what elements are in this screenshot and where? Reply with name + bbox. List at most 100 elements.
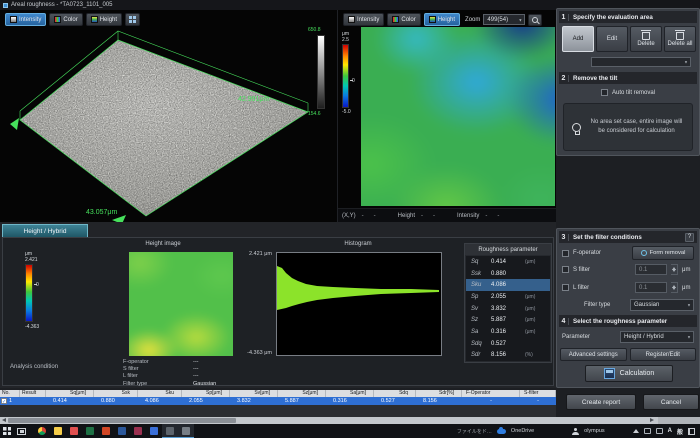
advanced-settings-button[interactable]: Advanced settings (560, 348, 627, 361)
roughness-parameter-row[interactable]: Ssk0.880 (466, 268, 550, 280)
filter-type-select[interactable]: Gaussian (630, 299, 694, 311)
results-row[interactable]: ✓10.4140.8804.0862.0553.8325.8870.3160.5… (0, 397, 556, 405)
color-button-2d[interactable]: Color (387, 13, 420, 26)
3d-surface[interactable]: 42.991μm 43.057μm (0, 26, 337, 222)
excel-taskbar-icon[interactable] (82, 424, 98, 438)
l-filter-input[interactable]: 0.1 (635, 282, 667, 293)
tab-height-hybrid[interactable]: Height / Hybrid (2, 224, 88, 237)
results-column-header[interactable]: Ssk (94, 390, 138, 397)
height-image[interactable] (129, 252, 233, 356)
histogram-plot (276, 252, 442, 356)
roughness-parameter-row[interactable]: Sp2.055(μm) (466, 291, 550, 303)
onedrive-label[interactable]: OneDrive (511, 428, 534, 434)
display-tray-icon[interactable] (644, 428, 651, 434)
row-checkbox[interactable]: ✓ (1, 398, 7, 404)
create-report-button[interactable]: Create report (566, 394, 636, 410)
scroll-left-arrow[interactable] (2, 418, 6, 422)
task-view-button[interactable] (14, 424, 28, 438)
delete-button[interactable]: Delete (630, 26, 662, 52)
results-column-header[interactable]: S-filter (520, 390, 556, 397)
edit-button[interactable]: Edit (596, 26, 628, 52)
delete-all-button[interactable]: Delete all (664, 26, 696, 52)
user-icon[interactable] (572, 428, 579, 435)
row-select-cell[interactable]: ✓1 (0, 397, 20, 405)
3d-view[interactable]: Intensity Color Height (0, 10, 337, 222)
trash-icon (642, 32, 650, 40)
intensity-value: - - (485, 213, 499, 219)
l-filter-checkbox[interactable] (562, 284, 569, 291)
row-result-cell (20, 397, 46, 405)
register-edit-button[interactable]: Register/Edit (630, 348, 697, 361)
taskbar-apps (34, 424, 194, 438)
results-column-header[interactable]: F-Operator (462, 390, 520, 397)
area-select[interactable] (591, 57, 691, 67)
help-button[interactable]: ? (685, 233, 694, 242)
condition-value: --- (193, 373, 199, 379)
app-crimson-taskbar-icon[interactable] (130, 424, 146, 438)
app-blue-taskbar-icon[interactable] (146, 424, 162, 438)
app-gray-taskbar-icon[interactable] (162, 424, 178, 438)
register-edit-label: Register/Edit (646, 352, 680, 358)
auto-tilt-checkbox[interactable] (601, 89, 608, 96)
roughness-parameter-row[interactable]: Sa0.316(μm) (466, 326, 550, 338)
volume-tray-icon[interactable] (656, 428, 663, 434)
ime-language-indicator[interactable]: A (668, 428, 672, 434)
section-4-header: 4 Select the roughness parameter (559, 315, 697, 327)
f-operator-checkbox[interactable] (562, 250, 569, 257)
zoom-select[interactable]: 499(54) (483, 14, 525, 25)
parameter-value: 3.832 (491, 306, 525, 312)
powerpoint-taskbar-icon[interactable] (98, 424, 114, 438)
results-column-header[interactable]: Sdr[%] (416, 390, 462, 397)
explorer-taskbar-icon[interactable] (50, 424, 66, 438)
height-button[interactable]: Height (86, 13, 122, 26)
s-filter-checkbox[interactable] (562, 266, 569, 273)
l-filter-spinner[interactable] (671, 282, 678, 293)
word-taskbar-icon[interactable] (114, 424, 130, 438)
scrollbar-thumb[interactable] (8, 418, 236, 423)
roughness-parameter-row[interactable]: Sq0.414(μm) (466, 256, 550, 268)
horizontal-scrollbar[interactable] (0, 417, 700, 424)
intensity-button-2d[interactable]: Intensity (343, 13, 384, 26)
roughness-parameter-row[interactable]: Sz5.887(μm) (466, 314, 550, 326)
cancel-button[interactable]: Cancel (643, 394, 699, 410)
color-button[interactable]: Color (49, 13, 82, 26)
color-label: Color (401, 17, 415, 23)
height-button-2d[interactable]: Height (424, 13, 460, 26)
tray-expand-icon[interactable] (633, 429, 639, 433)
height-map-view[interactable]: Intensity Color Height Zoom 499(54) μm 2… (337, 10, 556, 222)
height-map-image[interactable] (361, 27, 555, 206)
results-column-header[interactable]: No. (0, 390, 20, 397)
calculation-button[interactable]: Calculation (585, 365, 673, 382)
add-button[interactable]: Add (562, 26, 594, 52)
display-options-button[interactable] (125, 13, 140, 26)
advanced-settings-label: Advanced settings (569, 352, 618, 358)
user-label[interactable]: olympus (584, 428, 604, 434)
form-removal-button[interactable]: Form removal (632, 246, 694, 260)
app-gray-2-taskbar-icon[interactable] (178, 424, 194, 438)
action-center-icon[interactable] (688, 428, 695, 435)
ime-mode-indicator[interactable]: 般 (677, 427, 683, 436)
results-column-header[interactable]: Sdq (374, 390, 416, 397)
results-column-header[interactable]: Sq[μm] (46, 390, 94, 397)
scroll-right-arrow[interactable] (650, 418, 654, 422)
magnifier-button[interactable] (528, 14, 542, 26)
results-column-header[interactable]: Result (20, 390, 46, 397)
s-filter-input[interactable]: 0.1 (635, 264, 667, 275)
results-column-header[interactable]: Sv[μm] (230, 390, 278, 397)
app-red-taskbar-icon[interactable] (66, 424, 82, 438)
start-button[interactable] (0, 424, 14, 438)
chrome-taskbar-icon[interactable] (34, 424, 50, 438)
results-column-header[interactable]: Sku (138, 390, 182, 397)
roughness-parameter-row[interactable]: Sdq0.527 (466, 338, 550, 350)
intensity-button[interactable]: Intensity (5, 13, 46, 26)
roughness-parameter-row[interactable]: Sku4.086 (466, 279, 550, 291)
parameter-select[interactable]: Height / Hybrid (620, 331, 694, 343)
results-column-header[interactable]: Sa[μm] (326, 390, 374, 397)
roughness-parameter-row[interactable]: Sdr8.156(%) (466, 350, 550, 362)
results-column-header[interactable]: Sp[μm] (182, 390, 230, 397)
onedrive-icon[interactable] (497, 429, 506, 434)
row-value-cell: - (462, 397, 520, 405)
results-column-header[interactable]: Sz[μm] (278, 390, 326, 397)
roughness-parameter-row[interactable]: Sv3.832(μm) (466, 303, 550, 315)
s-filter-spinner[interactable] (671, 264, 678, 275)
